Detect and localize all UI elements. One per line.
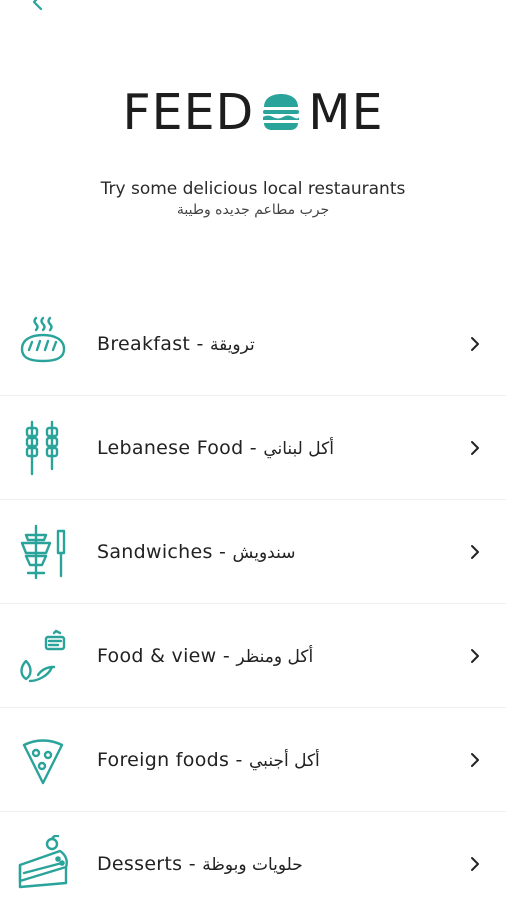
category-label-en: Food & view - (97, 644, 237, 667)
category-breakfast[interactable]: Breakfast - ترويقة (0, 292, 506, 396)
chevron-right-icon (468, 648, 482, 664)
category-label-ar: ترويقة (209, 334, 255, 355)
category-label-en: Desserts - (97, 852, 203, 875)
shawarma-icon (14, 523, 72, 581)
category-food-and-view[interactable]: Food & view - أكل ومنظر (0, 604, 506, 708)
category-label: Lebanese Food - أكل لبناني (97, 437, 334, 459)
category-label: Foreign foods - أكل أجنبي (97, 749, 320, 771)
chevron-right-icon (468, 856, 482, 872)
bread-icon (14, 315, 72, 373)
back-button[interactable] (26, 0, 50, 14)
category-desserts[interactable]: Desserts - حلويات وبوظة (0, 812, 506, 900)
chevron-right-icon (468, 544, 482, 560)
tagline-english: Try some delicious local restaurants (100, 179, 406, 199)
app-logo: FEED ME (0, 82, 506, 142)
category-label: Breakfast - ترويقة (97, 333, 255, 355)
category-label: Sandwiches - سندويش (97, 541, 295, 563)
category-lebanese-food[interactable]: Lebanese Food - أكل لبناني (0, 396, 506, 500)
chevron-right-icon (468, 752, 482, 768)
category-label-ar: أكل ومنظر (236, 646, 314, 667)
food-view-icon (14, 627, 72, 685)
skewers-icon (14, 419, 72, 477)
category-label-en: Breakfast - (97, 332, 210, 355)
category-label-ar: حلويات وبوظة (202, 854, 303, 875)
tagline-arabic: جرب مطاعم جديده وطيبة (176, 202, 330, 218)
category-label: Food & view - أكل ومنظر (97, 645, 313, 667)
category-label-ar: أكل أجنبي (249, 750, 320, 771)
tagline: Try some delicious local restaurants جرب… (0, 178, 506, 220)
category-label-ar: سندويش (232, 542, 296, 563)
category-label-en: Sandwiches - (97, 540, 233, 563)
category-list: Breakfast - ترويقة Lebanese Food - أكل ل… (0, 292, 506, 900)
pizza-slice-icon (14, 731, 72, 789)
category-label-ar: أكل لبناني (263, 438, 334, 459)
chevron-right-icon (468, 440, 482, 456)
category-foreign-foods[interactable]: Foreign foods - أكل أجنبي (0, 708, 506, 812)
logo-text-right: ME (308, 83, 384, 141)
chevron-right-icon (468, 336, 482, 352)
app-screen: FEED ME Try some delicious local restaur… (0, 0, 506, 900)
category-label: Desserts - حلويات وبوظة (97, 853, 303, 875)
category-label-en: Foreign foods - (97, 748, 250, 771)
logo-text-left: FEED (122, 83, 255, 141)
category-label-en: Lebanese Food - (97, 436, 264, 459)
burger-icon (263, 94, 300, 130)
cake-icon (14, 834, 72, 893)
category-sandwiches[interactable]: Sandwiches - سندويش (0, 500, 506, 604)
chevron-left-icon (32, 0, 43, 11)
